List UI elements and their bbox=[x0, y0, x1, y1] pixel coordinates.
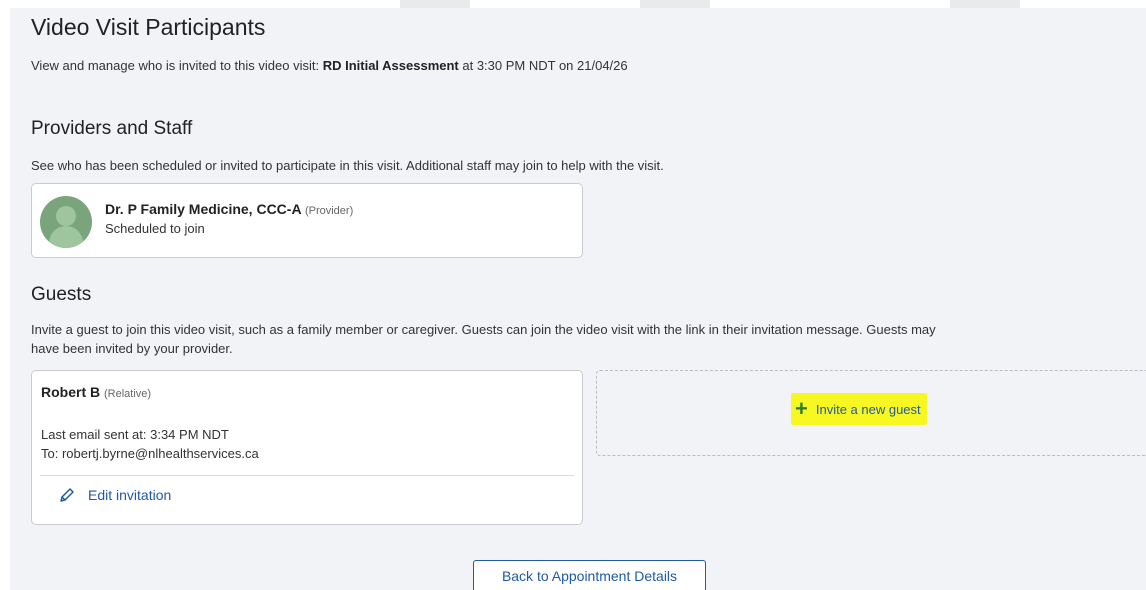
top-decoration bbox=[0, 0, 1146, 8]
avatar bbox=[40, 196, 92, 248]
visit-name: RD Initial Assessment bbox=[322, 58, 459, 73]
page-subtitle: View and manage who is invited to this v… bbox=[31, 58, 628, 73]
divider bbox=[40, 475, 574, 476]
guest-card: Robert B (Relative) Last email sent at: … bbox=[31, 370, 583, 525]
guests-section-title: Guests bbox=[31, 284, 92, 305]
subtitle-suffix: at 3:30 PM NDT on 21/04/26 bbox=[458, 58, 628, 73]
pencil-icon bbox=[60, 488, 74, 502]
guest-last-email: Last email sent at: 3:34 PM NDT bbox=[41, 427, 229, 442]
invite-new-guest-label: Invite a new guest bbox=[815, 401, 921, 417]
edit-invitation-label: Edit invitation bbox=[88, 487, 172, 503]
edit-invitation-link[interactable]: Edit invitation bbox=[58, 486, 171, 504]
provider-name-text: Dr. P Family Medicine, CCC-A bbox=[105, 201, 302, 217]
plus-icon: + bbox=[795, 396, 808, 421]
video-visit-panel: Video Visit Participants View and manage… bbox=[10, 8, 1146, 590]
provider-role: (Provider) bbox=[304, 205, 354, 217]
guests-description-line2: have been invited by your provider. bbox=[31, 341, 233, 356]
subtitle-prefix: View and manage who is invited to this v… bbox=[31, 58, 323, 73]
providers-section-title: Providers and Staff bbox=[31, 118, 193, 139]
provider-name: Dr. P Family Medicine, CCC-A (Provider) bbox=[105, 201, 353, 217]
guest-name-text: Robert B bbox=[41, 384, 101, 400]
provider-status: Scheduled to join bbox=[105, 221, 205, 236]
guest-email-to: To: robertj.byrne@nlhealthservices.ca bbox=[41, 446, 259, 461]
providers-description: See who has been scheduled or invited to… bbox=[31, 158, 664, 173]
guest-name: Robert B (Relative) bbox=[41, 384, 151, 400]
page-title: Video Visit Participants bbox=[31, 14, 266, 40]
invite-guest-dropzone: + Invite a new guest bbox=[596, 370, 1146, 456]
guests-description-line1: Invite a guest to join this video visit,… bbox=[31, 322, 936, 337]
provider-card: Dr. P Family Medicine, CCC-A (Provider) … bbox=[31, 183, 583, 258]
invite-new-guest-button[interactable]: + Invite a new guest bbox=[791, 393, 927, 425]
guest-role: (Relative) bbox=[104, 388, 152, 400]
back-to-appointment-button[interactable]: Back to Appointment Details bbox=[473, 560, 706, 590]
